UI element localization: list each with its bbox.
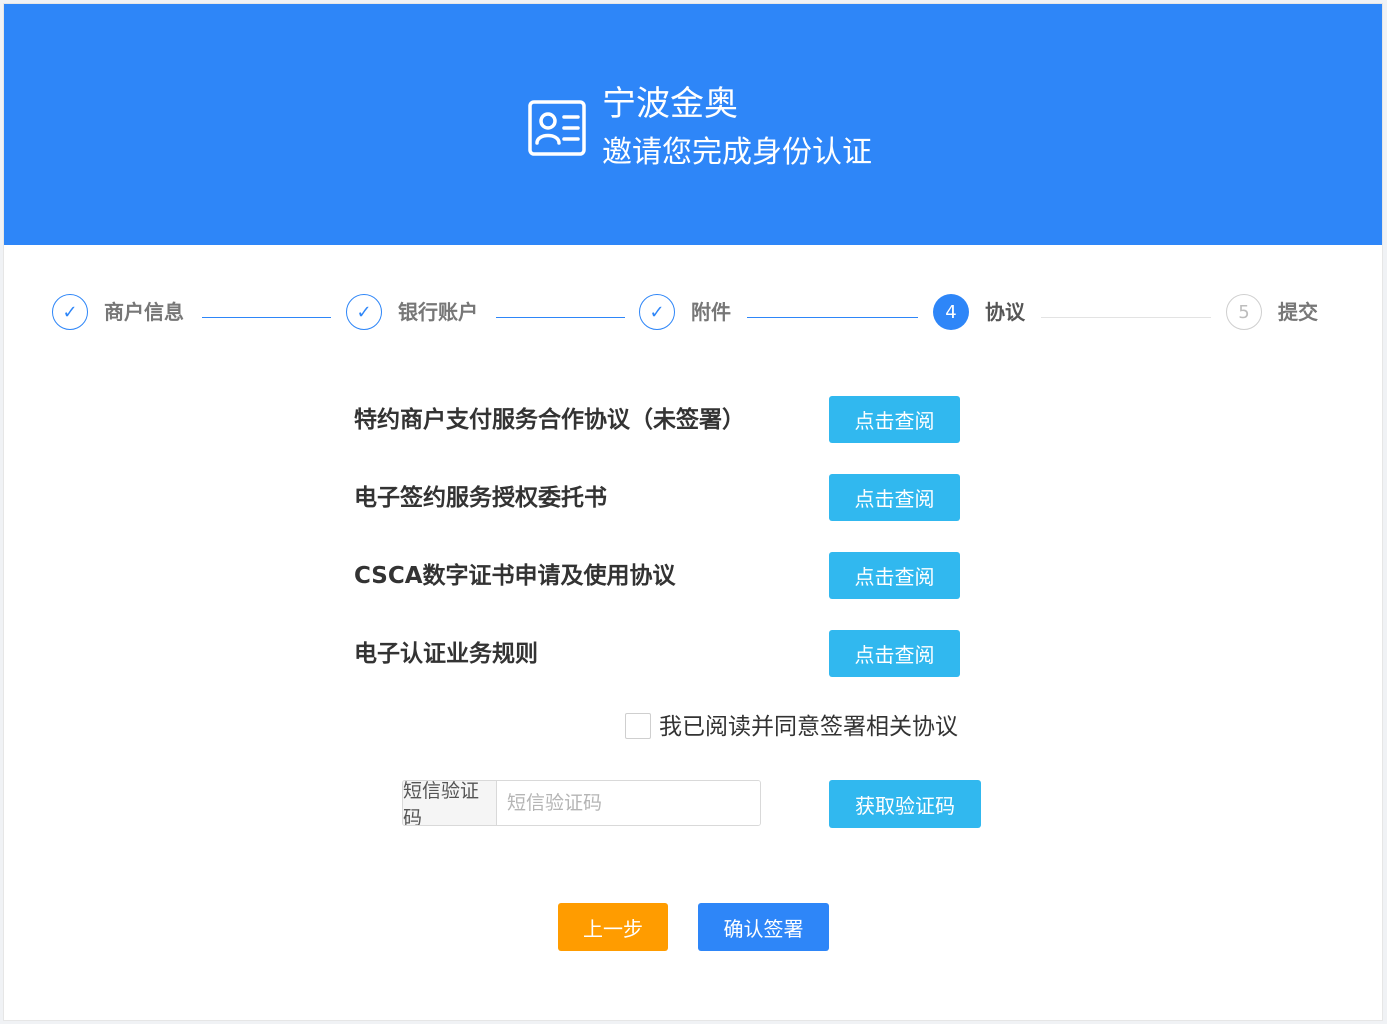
agreement-title: 电子认证业务规则 [354,641,538,667]
view-agreement-button[interactable]: 点击查阅 [829,552,960,599]
sms-addon-label: 短信验证码 [403,781,497,825]
step-label: 协议 [985,300,1025,324]
check-icon: ✓ [639,294,675,330]
agreement-title: CSCA数字证书申请及使用协议 [354,563,676,589]
page-frame: 宁波金奥 邀请您完成身份认证 ✓ 商户信息 ✓ 银行账户 ✓ 附件 4 协议 5… [3,3,1383,1021]
step-connector [496,317,625,318]
step-label: 提交 [1278,300,1318,324]
agreement-title: 特约商户支付服务合作协议（未签署） [354,407,745,433]
brand-name: 宁波金奥 [602,84,738,124]
step-label: 商户信息 [104,300,184,324]
view-agreement-button[interactable]: 点击查阅 [829,630,960,677]
agree-label[interactable]: 我已阅读并同意签署相关协议 [659,710,958,744]
view-agreement-button[interactable]: 点击查阅 [829,474,960,521]
id-card-icon [528,100,586,156]
header-subtitle: 邀请您完成身份认证 [602,135,872,170]
step-label: 银行账户 [398,300,478,324]
step-number: 4 [933,294,969,330]
view-agreement-button[interactable]: 点击查阅 [829,396,960,443]
step-connector [747,317,918,318]
header-banner: 宁波金奥 邀请您完成身份认证 [4,4,1382,245]
agreement-title: 电子签约服务授权委托书 [354,485,607,511]
step-label: 附件 [691,300,731,324]
step-connector [1041,317,1211,318]
check-icon: ✓ [346,294,382,330]
get-code-button[interactable]: 获取验证码 [829,780,981,828]
sms-input-group: 短信验证码 [402,780,761,826]
confirm-sign-button[interactable]: 确认签署 [698,903,829,951]
prev-step-button[interactable]: 上一步 [558,903,668,951]
check-icon: ✓ [52,294,88,330]
sms-code-input[interactable] [497,781,760,825]
agree-checkbox[interactable] [625,713,651,739]
step-number: 5 [1226,294,1262,330]
step-connector [202,317,331,318]
